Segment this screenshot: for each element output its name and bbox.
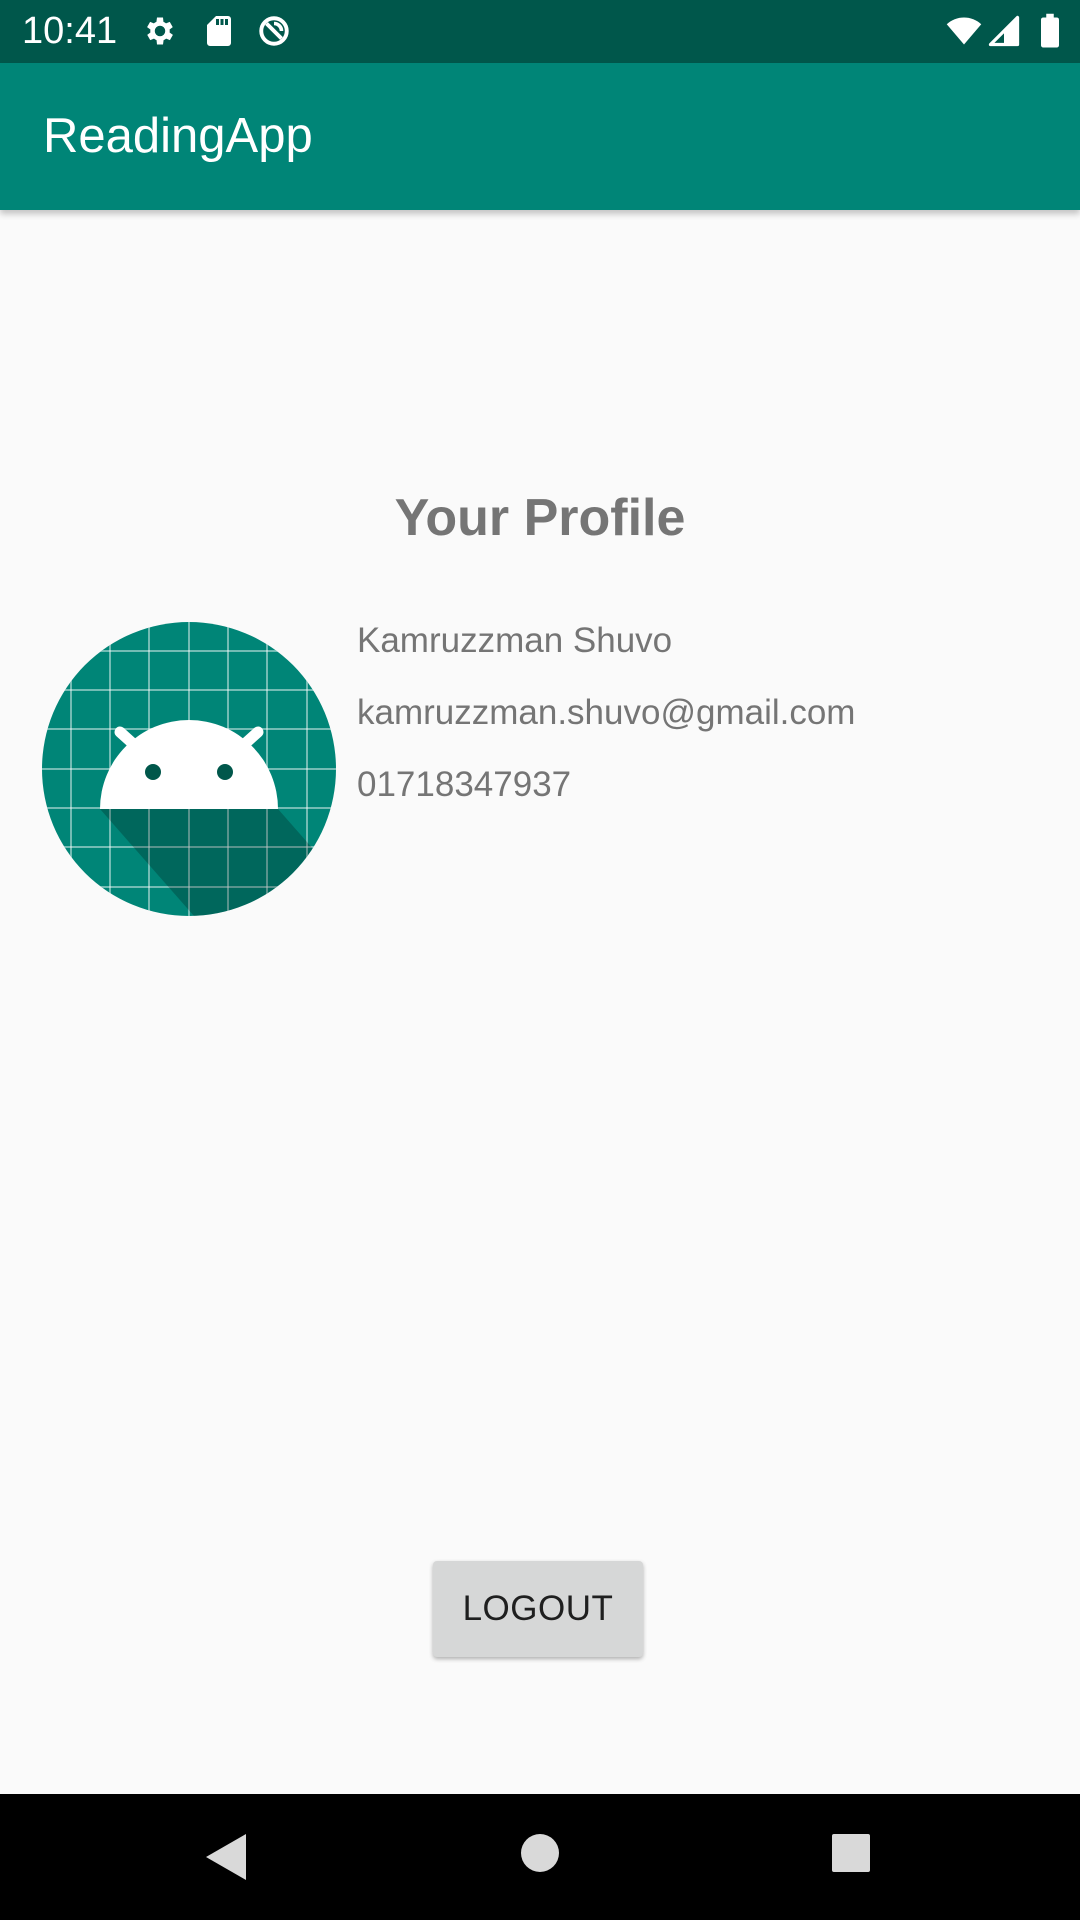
logout-button[interactable]: LOGOUT (433, 1561, 643, 1657)
app-title: ReadingApp (43, 109, 313, 163)
cellular-signal-icon (988, 15, 1020, 47)
nav-bar (0, 1794, 1080, 1920)
home-icon[interactable] (518, 1831, 562, 1875)
data-saver-icon (259, 16, 289, 46)
android-robot-icon (42, 622, 336, 916)
back-icon[interactable] (204, 1832, 248, 1882)
sd-card-icon (207, 16, 231, 46)
profile-phone: 01718347937 (357, 765, 572, 804)
profile-name: Kamruzzman Shuvo (357, 621, 673, 660)
profile-email: kamruzzman.shuvo@gmail.com (357, 693, 856, 732)
profile-heading: Your Profile (394, 489, 686, 547)
status-bar: 10:41 (0, 0, 1080, 63)
status-time: 10:41 (22, 10, 118, 52)
battery-icon (1041, 13, 1059, 48)
gear-icon (147, 17, 173, 45)
app-bar: ReadingApp (0, 63, 1080, 210)
recents-icon[interactable] (830, 1832, 872, 1874)
wifi-icon (946, 17, 982, 45)
